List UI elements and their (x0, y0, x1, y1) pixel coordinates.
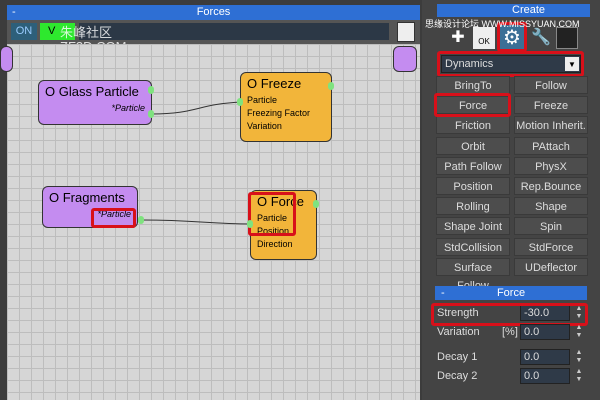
wire-fragments-force (141, 219, 253, 225)
rollout-title: Force (496, 287, 526, 299)
node-title: O Freeze (247, 76, 302, 91)
force-rollout-header[interactable]: - Force (435, 286, 587, 300)
highlight-force-node (248, 192, 296, 236)
window-title: Forces (196, 6, 231, 18)
node-title: O Fragments (49, 190, 125, 205)
variation-label: Variation (437, 326, 480, 338)
node-port[interactable]: Freezing Factor (241, 107, 331, 120)
node-port[interactable]: Direction (251, 238, 316, 251)
port-dot[interactable] (148, 110, 154, 118)
node-port[interactable]: Particle (241, 94, 331, 107)
highlight-strength (431, 303, 588, 326)
wire-glass-freeze (151, 101, 243, 115)
operator-button-position-follow[interactable]: Position Follow (436, 177, 510, 211)
create-title: Create (512, 4, 546, 16)
operator-button-rolling[interactable]: Rolling (436, 197, 510, 216)
highlight-fragments-port (91, 208, 136, 228)
operator-button-freeze[interactable]: Freeze (514, 96, 588, 115)
highlight-force-button (434, 93, 511, 117)
highlight-dropdown (437, 51, 584, 77)
operator-button-surface-follow[interactable]: Surface Follow (436, 257, 510, 292)
variation-unit: [%] (502, 326, 518, 338)
variation-spinner[interactable]: ▲ ▼ (574, 324, 584, 340)
watermark-right: 思缘设计论坛 WWW.MISSYUAN.COM (425, 19, 580, 29)
node-freeze[interactable]: O Freeze Particle Freezing Factor Variat… (240, 72, 332, 142)
operator-button-friction[interactable]: Friction (436, 116, 510, 135)
decay1-label: Decay 1 (437, 351, 478, 363)
port-dot[interactable] (148, 86, 154, 94)
variation-input[interactable]: 0.0 (520, 324, 570, 340)
node-title: O Glass Particle (45, 84, 139, 99)
node-graph-canvas[interactable]: O Glass Particle *Particle O Freeze Part… (0, 44, 420, 400)
node-port[interactable]: Variation (241, 120, 331, 133)
utilities-icon[interactable]: 🔧 (530, 27, 552, 49)
create-tab-icon[interactable]: ✚ (447, 27, 469, 49)
node-port[interactable]: *Particle (39, 102, 151, 115)
decay1-input[interactable]: 0.0 (520, 349, 570, 365)
modify-tab-icon[interactable]: OK (473, 27, 495, 49)
operator-button-bringto[interactable]: BringTo (436, 76, 510, 94)
on-button[interactable]: ON (11, 23, 37, 40)
rollout-minimize[interactable]: - (441, 286, 445, 300)
decay2-spinner[interactable]: ▲ ▼ (574, 368, 584, 384)
cube-icon[interactable] (556, 27, 578, 49)
minimize-button[interactable]: - (12, 5, 16, 20)
operator-button-udeflector[interactable]: UDeflector (514, 257, 588, 276)
operator-button-shape-collision[interactable]: Shape Collision (514, 197, 588, 231)
operator-button-physx[interactable]: PhysX (514, 156, 588, 175)
operator-button-follow[interactable]: Follow (514, 76, 588, 94)
decay1-spinner[interactable]: ▲ ▼ (574, 349, 584, 365)
port-dot[interactable] (138, 216, 144, 224)
decay2-input[interactable]: 0.0 (520, 368, 570, 384)
operator-button-motion-inherit-[interactable]: Motion Inherit. (514, 116, 588, 135)
operator-button-pattach[interactable]: PAttach (514, 136, 588, 155)
operator-button-orbit[interactable]: Orbit (436, 136, 510, 155)
port-dot[interactable] (328, 82, 334, 90)
operator-button-stdcollision[interactable]: StdCollision (436, 237, 510, 256)
layout-icon[interactable] (397, 22, 415, 42)
operator-button-stdforce[interactable]: StdForce (514, 237, 588, 256)
port-dot[interactable] (237, 98, 243, 106)
operator-button-spin[interactable]: Spin (514, 217, 588, 236)
operator-button-shape-joint[interactable]: Shape Joint (436, 217, 510, 236)
operator-button-path-follow[interactable]: Path Follow (436, 156, 510, 175)
operator-button-rep-bounce[interactable]: Rep.Bounce (514, 177, 588, 195)
port-dot[interactable] (247, 220, 253, 228)
node-glass-particle[interactable]: O Glass Particle *Particle (38, 80, 152, 125)
forces-title-bar: - Forces (7, 5, 420, 20)
decay2-label: Decay 2 (437, 370, 478, 382)
port-dot[interactable] (313, 200, 319, 208)
